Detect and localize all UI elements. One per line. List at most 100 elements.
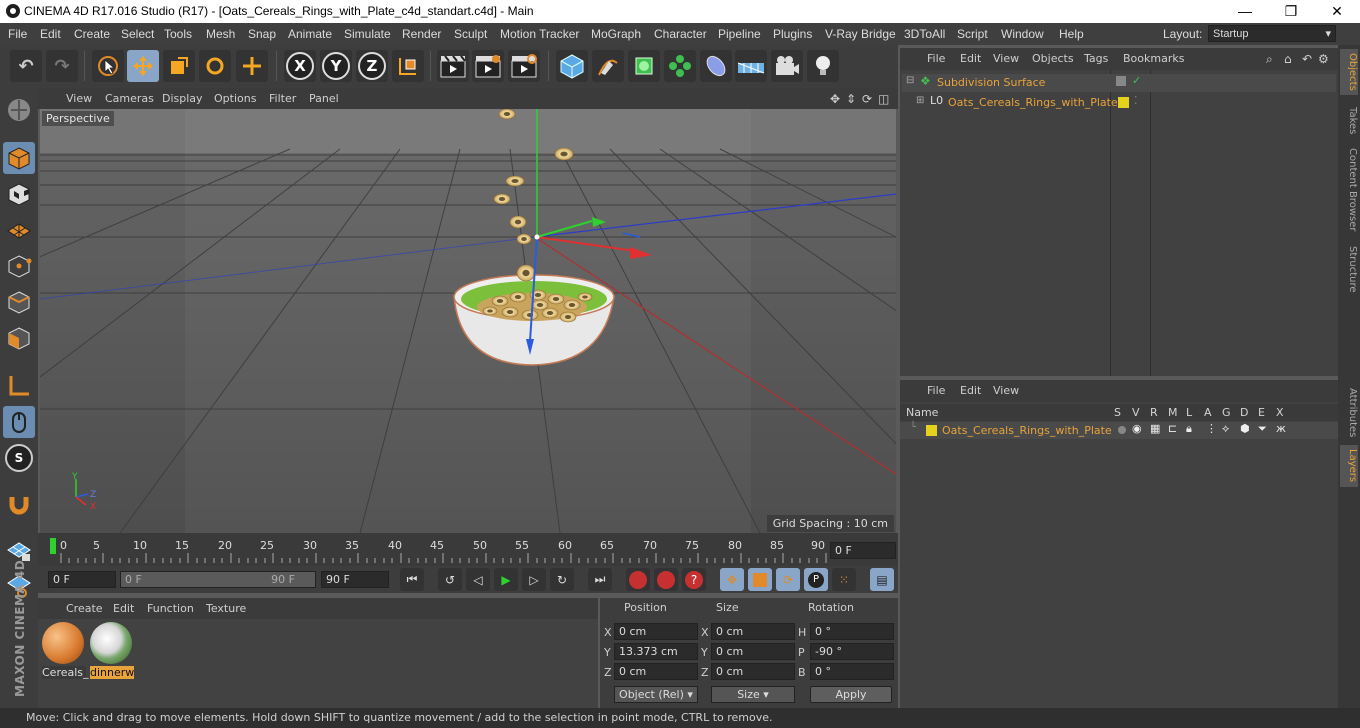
rotate-button[interactable]: [199, 50, 231, 82]
render-view-button[interactable]: [437, 50, 469, 82]
objects-menu-view[interactable]: View: [993, 52, 1019, 65]
tab-content-browser[interactable]: Content Browser: [1340, 145, 1358, 235]
viewport-rotate-icon[interactable]: ⟳: [862, 92, 872, 106]
cloner-button[interactable]: [664, 50, 696, 82]
tab-structure[interactable]: Structure: [1340, 241, 1358, 297]
layer-col-e[interactable]: E: [1258, 406, 1265, 419]
solo-icon[interactable]: [1118, 426, 1126, 434]
close-button[interactable]: ✕: [1314, 0, 1360, 23]
enabled-check-icon[interactable]: ✓: [1132, 74, 1141, 87]
tab-objects[interactable]: Objects: [1340, 49, 1358, 95]
maximize-button[interactable]: ❐: [1268, 0, 1314, 23]
layer-col-m[interactable]: M: [1168, 406, 1178, 419]
render-clapboard-icon[interactable]: ▦: [1150, 422, 1160, 435]
transform-button[interactable]: [236, 50, 268, 82]
menu-file[interactable]: File: [8, 27, 27, 41]
layers-menu-file[interactable]: File: [927, 384, 945, 397]
redo-button[interactable]: ↷: [46, 50, 78, 82]
workplane-mode-button[interactable]: [3, 214, 35, 246]
texture-mode-button[interactable]: [3, 178, 35, 210]
viewport-menu-filter[interactable]: Filter: [269, 92, 296, 105]
menu-pipeline[interactable]: Pipeline: [718, 27, 761, 41]
tab-attributes[interactable]: Attributes: [1340, 385, 1358, 441]
z-axis-button[interactable]: Z: [356, 50, 388, 82]
camera-button[interactable]: [771, 50, 803, 82]
viewport-menu-view[interactable]: View: [66, 92, 92, 105]
menu-animate[interactable]: Animate: [288, 27, 332, 41]
light-button[interactable]: [807, 50, 839, 82]
object-row-subdivision[interactable]: ⊟ ❖ Subdivision Surface ✓: [902, 74, 1336, 92]
collapse-icon[interactable]: ⊟: [906, 75, 914, 86]
previous-key-button[interactable]: ↺: [438, 568, 462, 591]
position-x-field[interactable]: 0 cm: [614, 623, 698, 640]
autokey-button[interactable]: [654, 568, 678, 591]
menu-vray-bridge[interactable]: V-Ray Bridge: [825, 27, 896, 41]
menu-simulate[interactable]: Simulate: [344, 27, 391, 41]
settings-icon[interactable]: ⚙: [1318, 52, 1329, 66]
end-frame-field[interactable]: 90 F: [321, 571, 389, 588]
tab-layers[interactable]: Layers: [1340, 445, 1358, 487]
current-frame-field[interactable]: 0 F: [830, 542, 896, 559]
layout-select[interactable]: Startup ▾: [1208, 25, 1336, 42]
layer-col-l[interactable]: L: [1186, 406, 1192, 419]
size-mode-select[interactable]: Size ▾: [711, 686, 795, 703]
visibility-dots-icon[interactable]: ⁚: [1134, 94, 1138, 107]
material-item-dinnerware[interactable]: dinnerw: [90, 622, 134, 680]
viewport-menu-display[interactable]: Display: [162, 92, 203, 105]
menu-motion-tracker[interactable]: Motion Tracker: [500, 27, 579, 41]
menu-snap[interactable]: Snap: [248, 27, 276, 41]
timeline-ruler[interactable]: 0 5 10 15 20 25 30 35 40 45 50 55 60 65 …: [38, 533, 898, 566]
size-x-field[interactable]: 0 cm: [711, 623, 795, 640]
polygons-mode-button[interactable]: [3, 322, 35, 354]
key-parameter-button[interactable]: P: [804, 568, 828, 591]
x-axis-button[interactable]: X: [284, 50, 316, 82]
axis-mode-button[interactable]: [3, 370, 35, 402]
material-menu-function[interactable]: Function: [147, 602, 194, 615]
edges-mode-button[interactable]: [3, 286, 35, 318]
layer-col-x[interactable]: X: [1276, 406, 1284, 419]
apply-button[interactable]: Apply: [810, 686, 892, 703]
eye-icon[interactable]: ◉: [1132, 422, 1142, 435]
layer-col-v[interactable]: V: [1132, 406, 1140, 419]
layer-color-swatch[interactable]: [926, 425, 937, 436]
objects-menu-file[interactable]: File: [927, 52, 945, 65]
menu-render[interactable]: Render: [402, 27, 441, 41]
rotation-p-field[interactable]: -90 °: [810, 643, 894, 660]
tab-takes[interactable]: Takes: [1340, 101, 1358, 141]
play-button[interactable]: ▶: [494, 568, 518, 591]
layer-col-g[interactable]: G: [1222, 406, 1231, 419]
menu-sculpt[interactable]: Sculpt: [454, 27, 487, 41]
lock-icon[interactable]: 🔒︎: [1186, 422, 1192, 436]
model-mode-button[interactable]: [3, 142, 35, 174]
start-frame-field[interactable]: 0 F: [48, 571, 116, 588]
layer-col-r[interactable]: R: [1150, 406, 1158, 419]
scale-button[interactable]: [163, 50, 195, 82]
menu-mesh[interactable]: Mesh: [206, 27, 235, 41]
viewport-menu-options[interactable]: Options: [214, 92, 256, 105]
viewport[interactable]: Y Z X: [40, 109, 896, 533]
rotation-b-field[interactable]: 0 °: [810, 663, 894, 680]
live-selection-button[interactable]: [92, 50, 124, 82]
snap-button[interactable]: S: [3, 442, 35, 474]
back-icon[interactable]: ↶: [1302, 52, 1312, 66]
material-menu-edit[interactable]: Edit: [113, 602, 134, 615]
undo-button[interactable]: ↶: [10, 50, 42, 82]
magnet-button[interactable]: [3, 488, 35, 520]
menu-help[interactable]: Help: [1059, 27, 1084, 41]
menu-window[interactable]: Window: [1001, 27, 1044, 41]
keyframe-selection-button[interactable]: ?: [682, 568, 706, 591]
next-frame-button[interactable]: ▷: [522, 568, 546, 591]
timeline-window-button[interactable]: ▤: [870, 568, 894, 591]
key-position-button[interactable]: ✥: [720, 568, 744, 591]
make-editable-button[interactable]: [3, 94, 35, 126]
deformer-icon[interactable]: ⬢: [1240, 422, 1250, 435]
go-to-end-button[interactable]: ⏭: [588, 568, 612, 591]
xref-icon[interactable]: ж: [1276, 422, 1286, 435]
manager-icon[interactable]: ⊏: [1168, 422, 1177, 435]
material-item-cereals[interactable]: Cereals_: [42, 622, 89, 680]
floor-button[interactable]: [735, 50, 767, 82]
menu-edit[interactable]: Edit: [40, 27, 61, 41]
render-settings-button[interactable]: [508, 50, 540, 82]
viewport-zoom-icon[interactable]: ⇕: [846, 92, 856, 106]
object-row-oats[interactable]: ⊞ L0 Oats_Cereals_Rings_with_Plate ⁚: [902, 94, 1336, 112]
